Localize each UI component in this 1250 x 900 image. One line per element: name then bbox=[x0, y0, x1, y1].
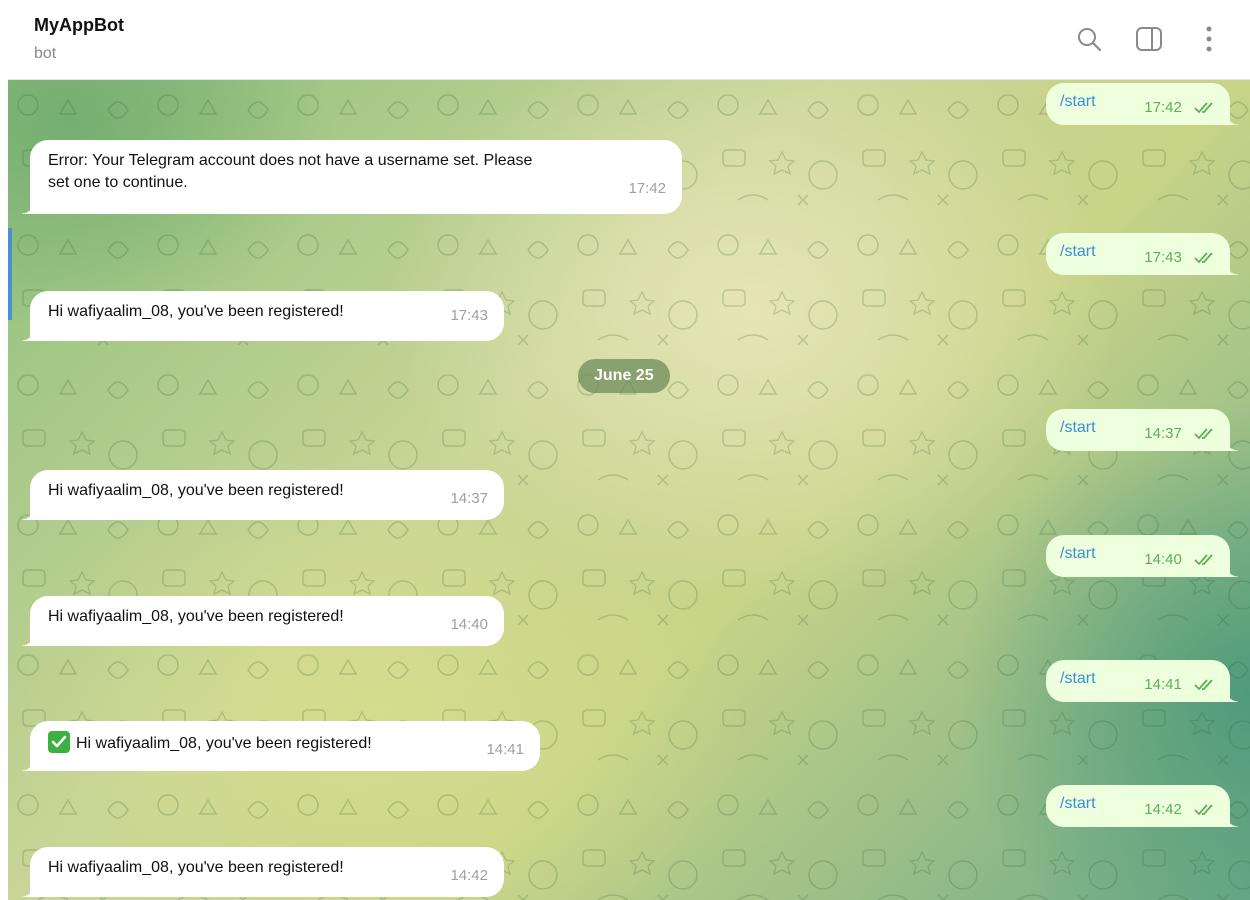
incoming-message[interactable]: Hi wafiyaalim_08, you've been registered… bbox=[22, 847, 504, 897]
outgoing-message[interactable]: /start 14:40 bbox=[1046, 535, 1238, 577]
message-text: Hi wafiyaalim_08, you've been registered… bbox=[48, 859, 344, 876]
read-checks-icon bbox=[1194, 252, 1213, 264]
chat-area[interactable]: /start 17:42 Error: Your Telegram accoun… bbox=[8, 80, 1250, 900]
check-mark-button-icon bbox=[48, 731, 70, 753]
message-time: 17:42 bbox=[628, 180, 666, 197]
read-checks-icon bbox=[1194, 804, 1213, 816]
message-time: 17:43 bbox=[450, 307, 488, 324]
message-text: Hi wafiyaalim_08, you've been registered… bbox=[48, 482, 344, 499]
more-vertical-icon[interactable] bbox=[1192, 22, 1226, 56]
message-time: 14:40 bbox=[1144, 549, 1216, 571]
message-time: 14:41 bbox=[1144, 674, 1216, 696]
message-time: 14:41 bbox=[486, 741, 524, 758]
search-icon[interactable] bbox=[1072, 22, 1106, 56]
incoming-message[interactable]: Hi wafiyaalim_08, you've been registered… bbox=[22, 721, 540, 771]
incoming-message[interactable]: Hi wafiyaalim_08, you've been registered… bbox=[22, 470, 504, 520]
message-text: Hi wafiyaalim_08, you've been registered… bbox=[76, 735, 372, 752]
outgoing-message[interactable]: /start 14:42 bbox=[1046, 785, 1238, 827]
message-text: Hi wafiyaalim_08, you've been registered… bbox=[48, 303, 344, 320]
command-link[interactable]: /start bbox=[1060, 93, 1096, 110]
read-checks-icon bbox=[1194, 102, 1213, 114]
message-time: 14:42 bbox=[1144, 799, 1216, 821]
message-time: 17:42 bbox=[1144, 97, 1216, 119]
message-time: 14:42 bbox=[450, 867, 488, 884]
read-checks-icon bbox=[1194, 554, 1213, 566]
header-actions bbox=[1072, 22, 1226, 56]
chat-subtitle: bot bbox=[34, 45, 57, 62]
sidebar-toggle-icon[interactable] bbox=[1132, 22, 1166, 56]
chat-title[interactable]: MyAppBot bbox=[34, 15, 124, 36]
outgoing-message[interactable]: /start 14:37 bbox=[1046, 409, 1238, 451]
message-text: Hi wafiyaalim_08, you've been registered… bbox=[48, 608, 344, 625]
read-checks-icon bbox=[1194, 679, 1213, 691]
unread-marker bbox=[8, 228, 12, 320]
outgoing-message[interactable]: /start 17:42 bbox=[1046, 83, 1238, 125]
command-link[interactable]: /start bbox=[1060, 419, 1096, 436]
read-checks-icon bbox=[1194, 428, 1213, 440]
message-time: 17:43 bbox=[1144, 247, 1216, 269]
incoming-message[interactable]: Hi wafiyaalim_08, you've been registered… bbox=[22, 596, 504, 646]
message-text: Error: Your Telegram account does not ha… bbox=[48, 152, 533, 169]
incoming-message[interactable]: Hi wafiyaalim_08, you've been registered… bbox=[22, 291, 504, 341]
command-link[interactable]: /start bbox=[1060, 795, 1096, 812]
command-link[interactable]: /start bbox=[1060, 670, 1096, 687]
message-time: 14:40 bbox=[450, 616, 488, 633]
command-link[interactable]: /start bbox=[1060, 545, 1096, 562]
incoming-message[interactable]: Error: Your Telegram account does not ha… bbox=[22, 140, 682, 214]
message-time: 14:37 bbox=[1144, 423, 1216, 445]
date-separator[interactable]: June 25 bbox=[578, 359, 670, 393]
message-time: 14:37 bbox=[450, 490, 488, 507]
outgoing-message[interactable]: /start 14:41 bbox=[1046, 660, 1238, 702]
message-text: set one to continue. bbox=[48, 174, 188, 191]
chat-header: MyAppBot bot bbox=[8, 0, 1250, 80]
outgoing-message[interactable]: /start 17:43 bbox=[1046, 233, 1238, 275]
command-link[interactable]: /start bbox=[1060, 243, 1096, 260]
